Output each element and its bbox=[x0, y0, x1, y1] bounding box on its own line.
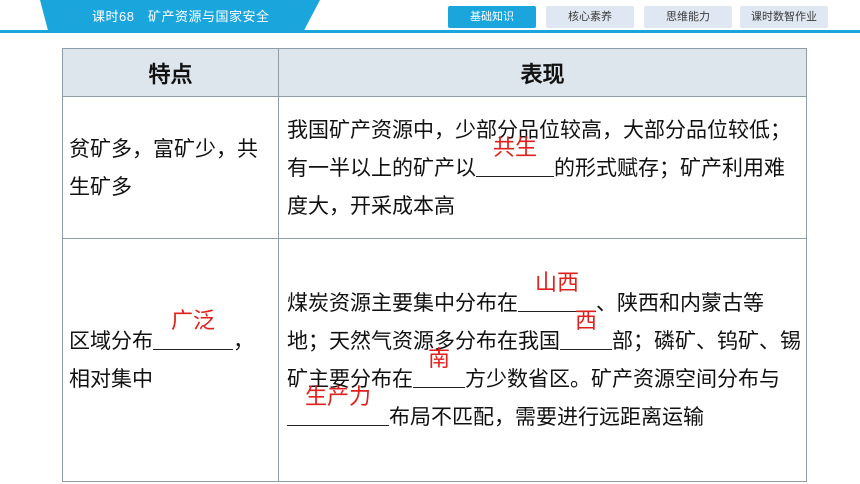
detail-text: 布局不匹配，需要进行远距离运输 bbox=[389, 405, 704, 429]
answer-text: 广泛 bbox=[170, 309, 215, 334]
answer-blank: 共生 bbox=[476, 136, 554, 177]
top-bar: 课时68 矿产资源与国家安全 基础知识 核心素养 思维能力 课时数智作业 bbox=[0, 0, 860, 34]
answer-text: 生产力 bbox=[304, 385, 371, 410]
tab-basic-knowledge[interactable]: 基础知识 bbox=[448, 6, 536, 28]
answer-text: 共生 bbox=[492, 135, 537, 161]
feature-text: 区域分布 bbox=[69, 329, 153, 353]
answer-blank: 南 bbox=[413, 347, 465, 388]
answer-text: 山西 bbox=[534, 271, 579, 296]
features-table: 特点 表现 贫矿多，富矿少，共生矿多 我国矿产资源中，少部分品位较高，大部分品位… bbox=[62, 48, 807, 482]
answer-text: 西 bbox=[574, 309, 597, 334]
tab-thinking-ability[interactable]: 思维能力 bbox=[644, 6, 732, 28]
answer-blank: 生产力 bbox=[287, 385, 389, 426]
tab-homework[interactable]: 课时数智作业 bbox=[740, 6, 828, 28]
feature-cell: 区域分布 广泛 ，相对集中 bbox=[62, 238, 279, 482]
detail-text: 煤炭资源主要集中分布在 bbox=[287, 291, 518, 315]
answer-text: 南 bbox=[427, 347, 450, 372]
table-header-row: 特点 表现 bbox=[62, 48, 807, 97]
header-feature: 特点 bbox=[62, 48, 279, 97]
top-divider bbox=[0, 30, 860, 33]
header-manifestation: 表现 bbox=[278, 48, 807, 97]
tab-core-literacy[interactable]: 核心素养 bbox=[546, 6, 634, 28]
lesson-title: 课时68 矿产资源与国家安全 bbox=[92, 9, 270, 24]
answer-blank: 西 bbox=[560, 309, 612, 350]
answer-blank: 广泛 bbox=[153, 309, 233, 350]
detail-text: 方少数省区。矿产资源空间分布与 bbox=[465, 367, 780, 391]
table-row: 贫矿多，富矿少，共生矿多 我国矿产资源中，少部分品位较高，大部分品位较低；有一半… bbox=[62, 96, 807, 239]
detail-cell: 煤炭资源主要集中分布在 山西 、陕西和内蒙古等地；天然气资源多分布在我国西部；磷矿、… bbox=[278, 238, 807, 482]
table-row: 区域分布 广泛 ，相对集中 煤炭资源主要集中分布在 山西 、陕西和内蒙古等地；天然气资源… bbox=[62, 238, 807, 482]
detail-cell: 我国矿产资源中，少部分品位较高，大部分品位较低；有一半以上的矿产以 共生 的形式赋存… bbox=[278, 96, 807, 239]
feature-cell: 贫矿多，富矿少，共生矿多 bbox=[62, 96, 279, 239]
